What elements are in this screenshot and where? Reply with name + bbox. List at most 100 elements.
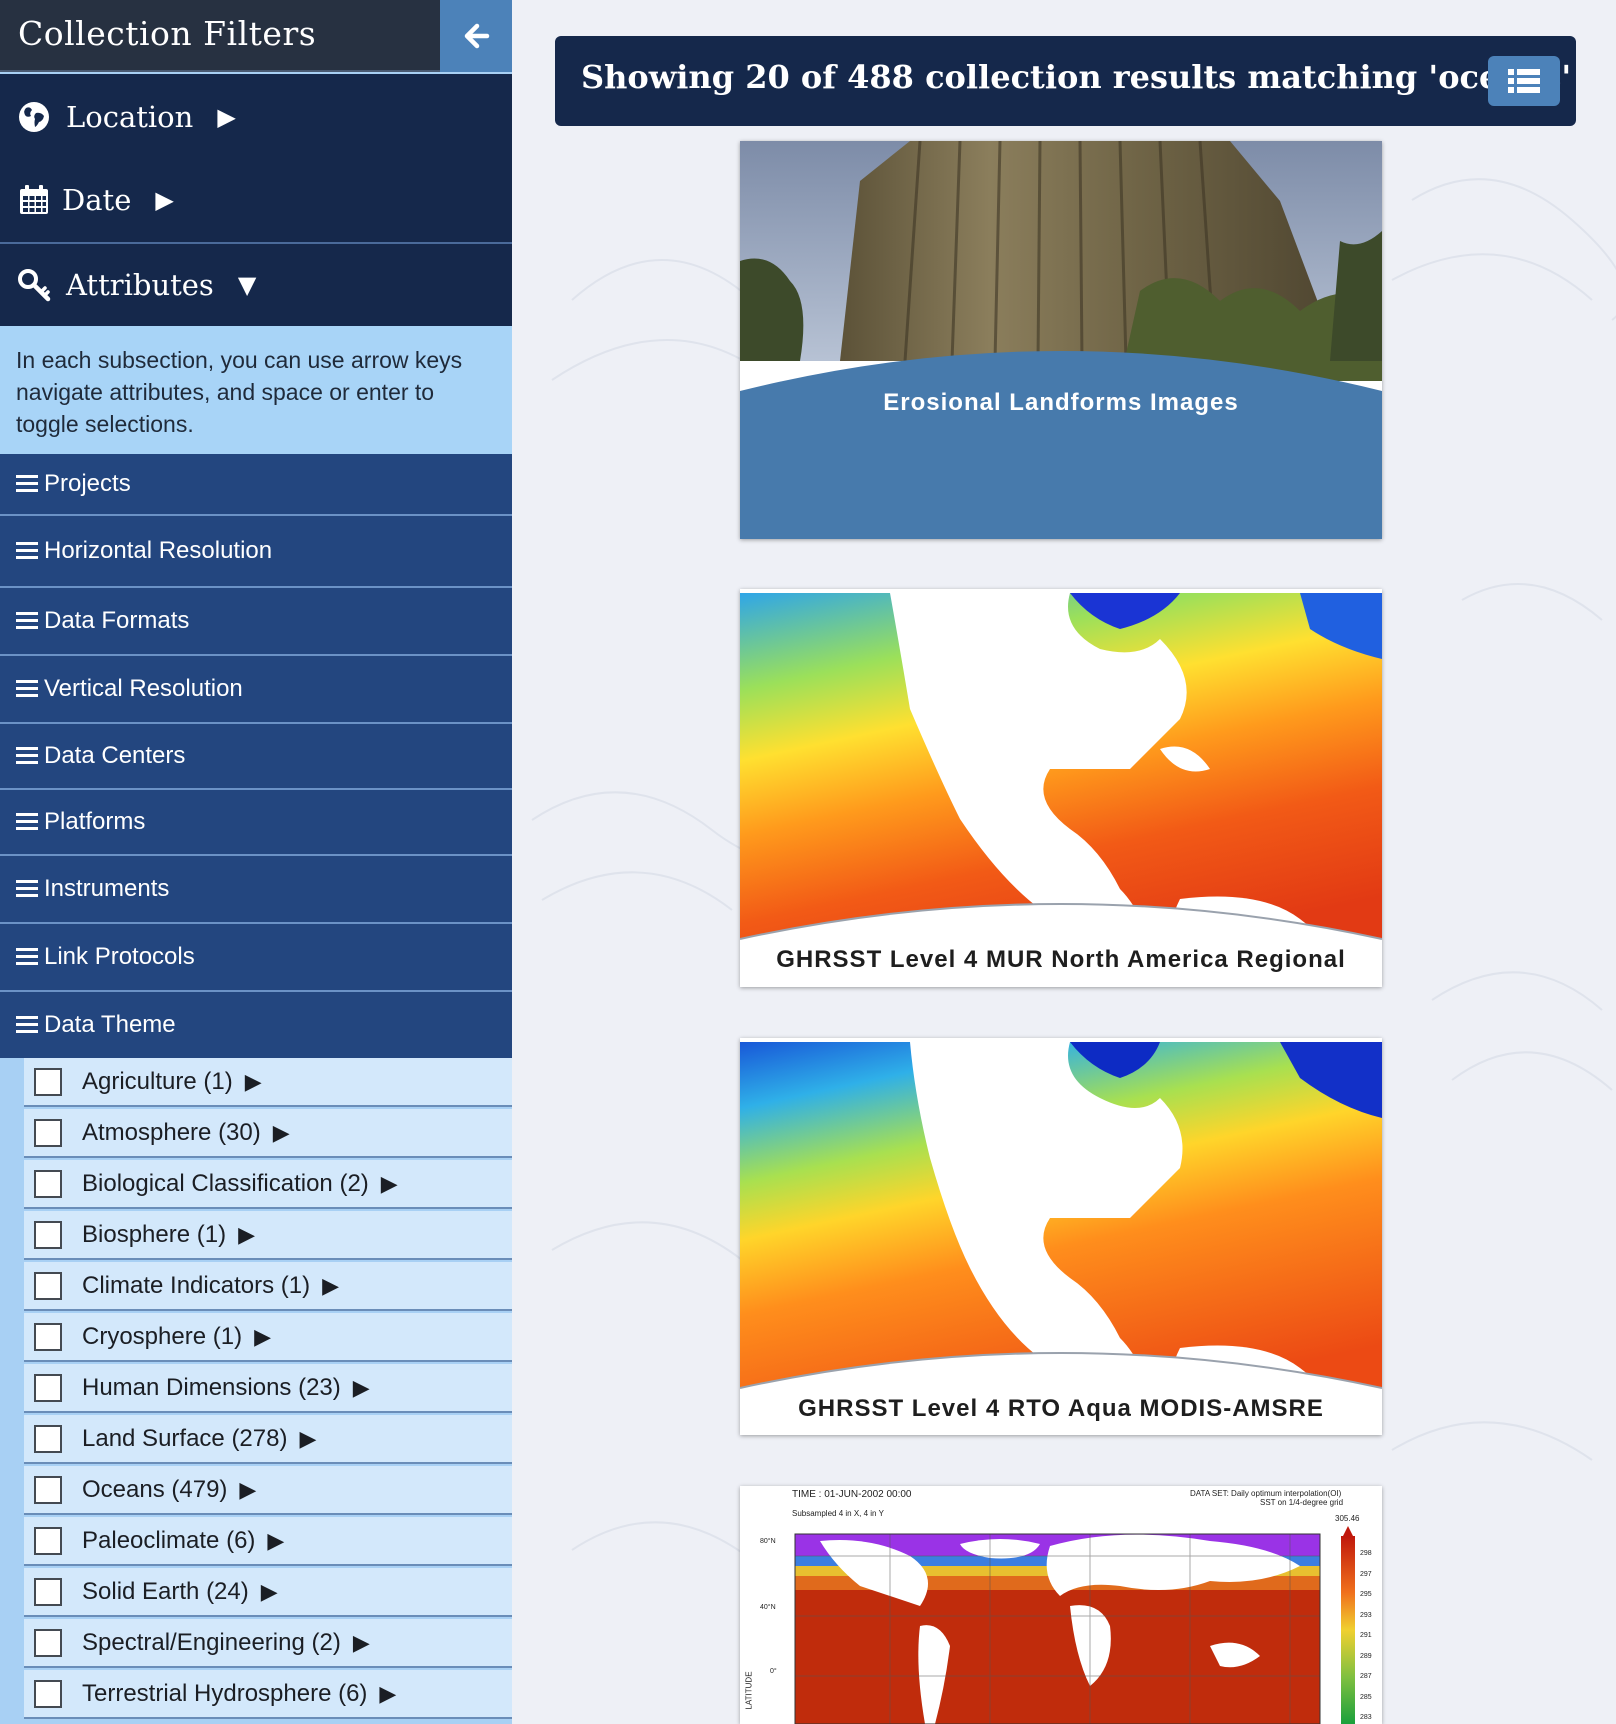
facet-data-centers[interactable]: Data Centers: [0, 724, 512, 790]
expand-arrow-icon[interactable]: ▶: [239, 1477, 256, 1503]
globe-icon: [16, 99, 52, 135]
checkbox[interactable]: [34, 1322, 62, 1351]
theme-item-agriculture[interactable]: Agriculture (1) ▶: [24, 1058, 512, 1107]
checkbox[interactable]: [34, 1067, 62, 1096]
checkbox[interactable]: [34, 1475, 62, 1504]
facet-label: Link Protocols: [44, 943, 195, 970]
theme-label: Human Dimensions (23): [82, 1373, 341, 1401]
checkbox[interactable]: [34, 1526, 62, 1555]
scale-value: 283: [1360, 1714, 1372, 1721]
expand-arrow-icon[interactable]: ▶: [379, 1681, 396, 1707]
arrow-left-icon: [464, 23, 490, 49]
checkbox[interactable]: [34, 1118, 62, 1147]
hamburger-icon: [16, 880, 38, 898]
facet-projects[interactable]: Projects: [0, 454, 512, 516]
attributes-label: Attributes: [66, 268, 214, 302]
facet-data-formats[interactable]: Data Formats: [0, 588, 512, 656]
facet-horizontal-resolution[interactable]: Horizontal Resolution: [0, 516, 512, 588]
attributes-filter[interactable]: Attributes ▼: [0, 250, 512, 320]
facet-label: Projects: [44, 470, 131, 497]
collection-card[interactable]: GHRSST Level 4 RTO Aqua MODIS-AMSRE: [740, 1038, 1382, 1435]
attributes-arrow-icon: ▼: [237, 271, 257, 299]
theme-label: Solid Earth (24): [82, 1577, 249, 1605]
facet-vertical-resolution[interactable]: Vertical Resolution: [0, 656, 512, 724]
plot-dataset-label-2: SST on 1/4-degree grid: [1260, 1498, 1344, 1507]
expand-arrow-icon[interactable]: ▶: [261, 1579, 278, 1605]
checkbox[interactable]: [34, 1679, 62, 1708]
facet-label: Data Theme: [44, 1011, 176, 1038]
expand-arrow-icon[interactable]: ▶: [322, 1273, 339, 1299]
facet-label: Instruments: [44, 875, 170, 902]
collection-card[interactable]: GHRSST Level 4 MUR North America Regiona…: [740, 589, 1382, 987]
hamburger-icon: [16, 747, 38, 765]
results-panel: Showing 20 of 488 collection results mat…: [512, 0, 1616, 1724]
theme-item-spectral-engineering[interactable]: Spectral/Engineering (2) ▶: [24, 1619, 512, 1668]
collapse-sidebar-button[interactable]: [440, 0, 512, 72]
checkbox[interactable]: [34, 1373, 62, 1402]
plot-ylabel: LATITUDE: [744, 1671, 754, 1710]
facet-label: Vertical Resolution: [44, 675, 243, 702]
expand-arrow-icon[interactable]: ▶: [245, 1069, 262, 1095]
collection-card[interactable]: Erosional Landforms Images: [740, 141, 1382, 539]
theme-label: Cryosphere (1): [82, 1322, 243, 1350]
theme-item-climate-indicators[interactable]: Climate Indicators (1) ▶: [24, 1262, 512, 1311]
card-thumbnail: [740, 141, 1382, 539]
collection-card[interactable]: TIME : 01-JUN-2002 00:00 DATA SET: Daily…: [740, 1486, 1382, 1724]
location-filter[interactable]: Location ▶: [0, 82, 512, 152]
plot-scale-labels: 298 297 295 293 291 289 287 285 283: [1360, 1544, 1372, 1724]
theme-item-oceans[interactable]: Oceans (479) ▶: [24, 1466, 512, 1515]
checkbox[interactable]: [34, 1628, 62, 1657]
facet-platforms[interactable]: Platforms: [0, 790, 512, 856]
theme-item-biosphere[interactable]: Biosphere (1) ▶: [24, 1211, 512, 1260]
list-view-toggle-button[interactable]: [1488, 56, 1560, 106]
theme-label: Spectral/Engineering (2): [82, 1628, 341, 1656]
expand-arrow-icon[interactable]: ▶: [381, 1171, 398, 1197]
calendar-icon: [16, 182, 52, 218]
expand-arrow-icon[interactable]: ▶: [267, 1528, 284, 1554]
results-summary-bar: Showing 20 of 488 collection results mat…: [555, 36, 1576, 126]
list-icon: [1508, 69, 1540, 93]
theme-item-atmosphere[interactable]: Atmosphere (30) ▶: [24, 1109, 512, 1158]
theme-item-biological-classification[interactable]: Biological Classification (2) ▶: [24, 1160, 512, 1209]
attributes-help-text: In each subsection, you can use arrow ke…: [0, 326, 512, 454]
plot-lat-label: 80°N: [760, 1538, 776, 1545]
theme-item-solid-earth[interactable]: Solid Earth (24) ▶: [24, 1568, 512, 1617]
theme-label: Climate Indicators (1): [82, 1271, 311, 1299]
scale-value: 293: [1360, 1611, 1372, 1619]
theme-label: Biosphere (1): [82, 1220, 227, 1248]
date-label: Date: [62, 183, 132, 217]
facet-data-theme[interactable]: Data Theme: [0, 992, 512, 1058]
card-title: GHRSST Level 4 RTO Aqua MODIS-AMSRE: [798, 1395, 1324, 1422]
expand-arrow-icon[interactable]: ▶: [273, 1120, 290, 1146]
plot-dataset-label: DATA SET: Daily optimum interpolation(OI…: [1190, 1489, 1342, 1498]
expand-arrow-icon[interactable]: ▶: [299, 1426, 316, 1452]
theme-item-human-dimensions[interactable]: Human Dimensions (23) ▶: [24, 1364, 512, 1413]
plot-time-label: TIME : 01-JUN-2002 00:00: [792, 1489, 912, 1500]
theme-item-terrestrial-hydrosphere[interactable]: Terrestrial Hydrosphere (6) ▶: [24, 1670, 512, 1719]
checkbox[interactable]: [34, 1577, 62, 1606]
facet-label: Data Centers: [44, 742, 186, 769]
checkbox[interactable]: [34, 1271, 62, 1300]
expand-arrow-icon[interactable]: ▶: [353, 1375, 370, 1401]
card-thumbnail: [740, 593, 1382, 987]
checkbox[interactable]: [34, 1220, 62, 1249]
facet-instruments[interactable]: Instruments: [0, 856, 512, 924]
checkbox[interactable]: [34, 1169, 62, 1198]
expand-arrow-icon[interactable]: ▶: [254, 1324, 271, 1350]
date-arrow-icon: ▶: [155, 186, 174, 214]
theme-item-paleoclimate[interactable]: Paleoclimate (6) ▶: [24, 1517, 512, 1566]
scale-value: 295: [1360, 1591, 1372, 1598]
expand-arrow-icon[interactable]: ▶: [353, 1630, 370, 1656]
facet-label: Horizontal Resolution: [44, 537, 273, 564]
theme-label: Paleoclimate (6): [82, 1526, 256, 1554]
sidebar-title: Collection Filters: [18, 14, 317, 53]
hamburger-icon: [16, 542, 38, 560]
hamburger-icon: [16, 475, 38, 493]
theme-item-cryosphere[interactable]: Cryosphere (1) ▶: [24, 1313, 512, 1362]
theme-item-land-surface[interactable]: Land Surface (278) ▶: [24, 1415, 512, 1464]
date-filter[interactable]: Date ▶: [0, 165, 512, 235]
facet-link-protocols[interactable]: Link Protocols: [0, 924, 512, 992]
expand-arrow-icon[interactable]: ▶: [238, 1222, 255, 1248]
checkbox[interactable]: [34, 1424, 62, 1453]
hamburger-icon: [16, 813, 38, 831]
